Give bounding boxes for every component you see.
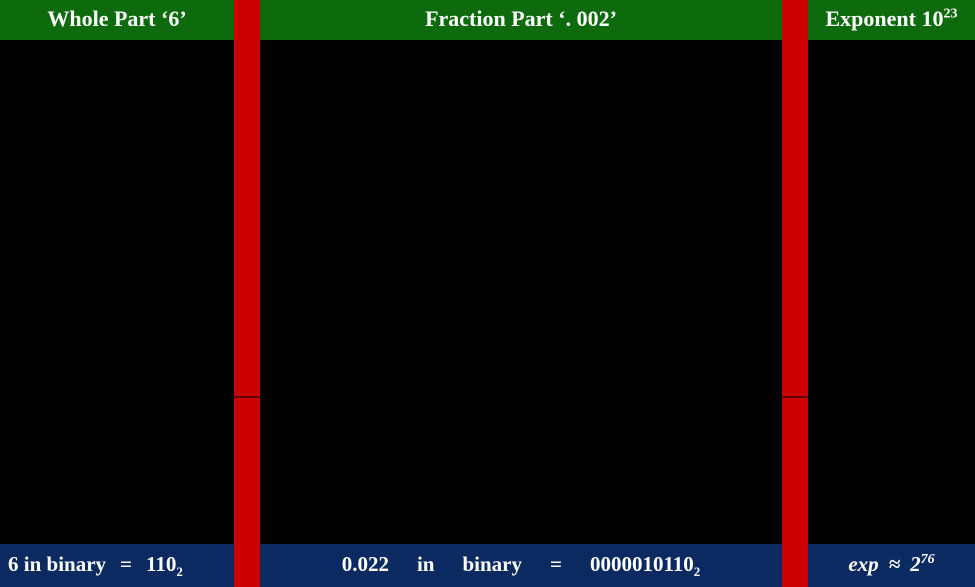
footer-fraction-word: binary: [462, 552, 522, 577]
divider-1: [234, 0, 260, 587]
footer-fraction-rhs-value: 0000010110: [590, 552, 694, 576]
footer-whole-lhs: 6 in binary: [8, 552, 106, 577]
footer-whole: 6 in binary = 1102: [0, 544, 234, 587]
footer-exponent-lhs: exp: [848, 552, 878, 577]
footer-exponent: exp ≈ 276: [808, 544, 975, 587]
column-exponent: Exponent 1023 exp ≈ 276: [808, 0, 975, 587]
header-exponent-label: Exponent 10: [826, 6, 944, 31]
header-exponent-power: 23: [943, 7, 957, 22]
footer-exponent-base: 2: [910, 552, 921, 576]
header-fraction-value: 002: [577, 6, 610, 31]
footer-fraction-eq: =: [550, 552, 562, 577]
footer-exponent-rhs: 276: [910, 552, 935, 577]
column-fraction: Fraction Part ‘. 002’ 0.022 in binary = …: [260, 0, 782, 587]
body-fraction: [260, 41, 782, 544]
header-fraction-suffix: ’: [610, 6, 617, 31]
footer-fraction-value: 0.022: [342, 552, 389, 577]
footer-exponent-power: 76: [921, 552, 935, 567]
footer-whole-rhs-value: 110: [146, 552, 176, 576]
body-whole: [0, 41, 234, 544]
footer-fraction-in: in: [417, 552, 435, 577]
header-fraction-prefix: Fraction Part ‘.: [425, 6, 577, 31]
column-whole: Whole Part ‘6’ 6 in binary = 1102: [0, 0, 234, 587]
footer-whole-rhs-base: 2: [176, 564, 183, 579]
footer-exponent-approx: ≈: [889, 552, 901, 577]
header-exponent: Exponent 1023: [808, 0, 975, 41]
divider-2: [782, 0, 808, 587]
footer-fraction-rhs-base: 2: [694, 564, 701, 579]
header-whole-value: 6: [168, 6, 179, 31]
footer-fraction-rhs: 00000101102: [590, 552, 700, 577]
header-whole-prefix: Whole Part ‘: [47, 6, 168, 31]
footer-fraction: 0.022 in binary = 00000101102: [260, 544, 782, 587]
header-whole: Whole Part ‘6’: [0, 0, 234, 41]
header-whole-suffix: ’: [179, 6, 186, 31]
header-fraction: Fraction Part ‘. 002’: [260, 0, 782, 41]
body-exponent: [808, 41, 975, 544]
footer-whole-eq: =: [120, 552, 132, 577]
diagram-container: Whole Part ‘6’ 6 in binary = 1102 Fracti…: [0, 0, 975, 587]
footer-whole-rhs: 1102: [146, 552, 183, 577]
